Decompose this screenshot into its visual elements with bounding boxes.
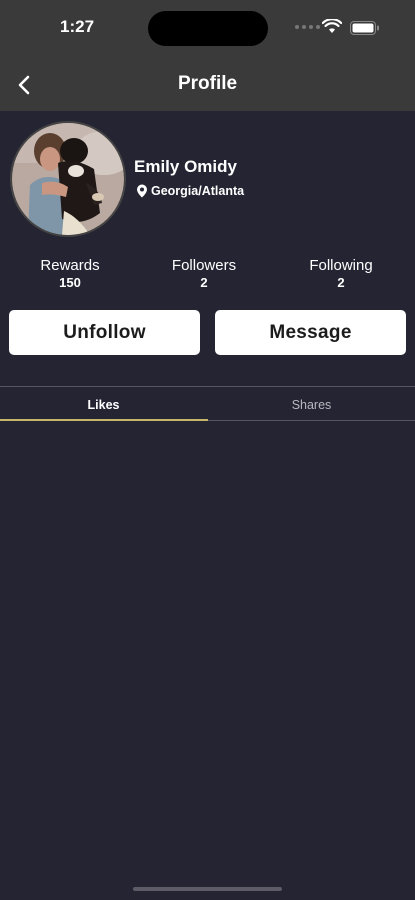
unfollow-button[interactable]: Unfollow: [9, 310, 200, 355]
user-name: Emily Omidy: [134, 157, 237, 176]
stat-followers[interactable]: Followers 2: [144, 257, 264, 290]
location-text: Georgia/Atlanta: [151, 184, 245, 198]
page-title: Profile: [177, 73, 238, 94]
avatar[interactable]: [10, 121, 126, 237]
stat-value: 2: [200, 275, 208, 290]
stat-value: 150: [59, 275, 81, 290]
stat-label: Following: [309, 257, 373, 274]
stat-label: Followers: [171, 257, 237, 274]
wifi-icon: [322, 19, 342, 33]
home-indicator[interactable]: [133, 887, 282, 891]
avatar-photo: [12, 123, 124, 235]
message-button[interactable]: Message: [215, 310, 406, 355]
signal-icon: [295, 25, 320, 29]
top-bar: 1:27 Profile: [0, 0, 415, 111]
tabs-bottom-divider: [208, 420, 415, 421]
stat-rewards[interactable]: Rewards 150: [10, 257, 130, 290]
tab-shares[interactable]: Shares: [208, 388, 415, 421]
tabs-divider: [0, 386, 415, 387]
battery-icon: [350, 21, 379, 35]
location-pin-icon: [137, 184, 147, 198]
dynamic-island: [148, 11, 268, 46]
stat-label: Rewards: [40, 257, 100, 274]
stat-following[interactable]: Following 2: [281, 257, 401, 290]
tab-likes[interactable]: Likes: [0, 388, 207, 421]
status-time: 1:27: [60, 17, 95, 36]
location: Georgia/Atlanta: [136, 184, 244, 198]
active-tab-indicator: [0, 419, 208, 421]
stat-value: 2: [337, 275, 345, 290]
